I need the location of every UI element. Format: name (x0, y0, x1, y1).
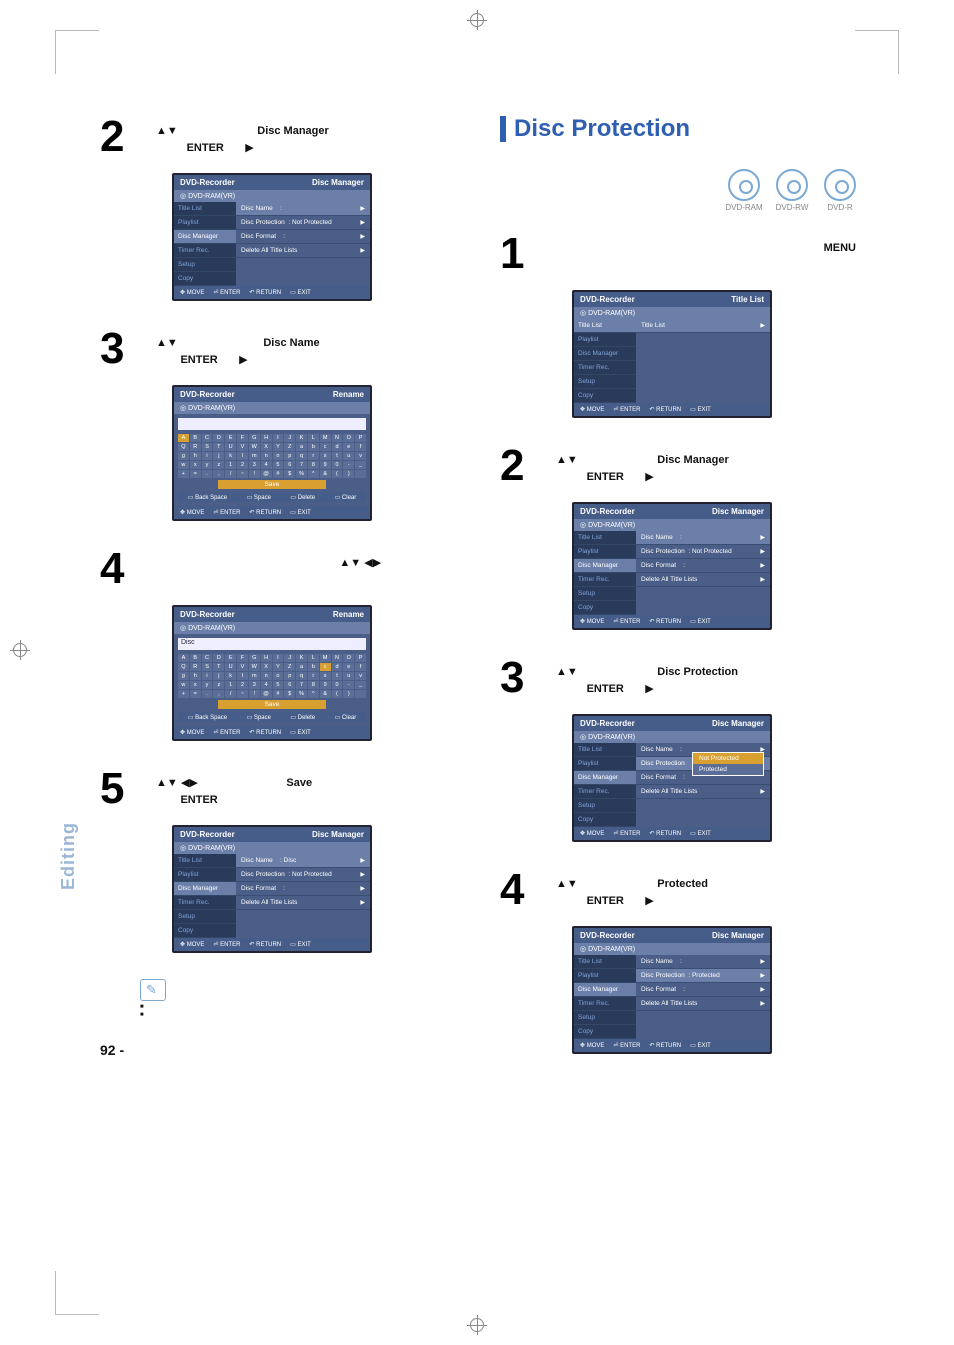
osd-disc-manager-r1: DVD-RecorderDisc Manager ◎ DVD-RAM(VR) T… (572, 502, 772, 630)
step-text: Save ENTER (156, 767, 460, 811)
section-header: Disc Protection (500, 115, 860, 143)
right-step-1: 1 MENU (500, 232, 860, 276)
step-text: Disc Protection ENTER (556, 656, 860, 700)
step-number: 4 (100, 547, 156, 591)
left-step-4: 4 (100, 547, 460, 591)
crop-mark-top (467, 10, 487, 30)
crop-corner-tr (855, 30, 899, 74)
page-number: 92 - (100, 1042, 460, 1058)
step-text: MENU (556, 232, 860, 276)
osd-rename-1: DVD-RecorderRename ◎ DVD-RAM(VR) ABCDEFG… (172, 385, 372, 521)
section-bar-icon (500, 116, 506, 142)
disc-ram-icon: DVD-RAM (724, 169, 764, 212)
crop-mark-bottom (467, 1315, 487, 1335)
right-step-4: 4 Protected ENTER (500, 868, 860, 912)
disc-rw-icon: DVD-RW (772, 169, 812, 212)
step-number: 2 (500, 444, 556, 488)
right-step-3: 3 Disc Protection ENTER (500, 656, 860, 700)
step-number: 2 (100, 115, 156, 159)
osd-disc-manager-1: DVD-RecorderDisc Manager ◎ DVD-RAM(VR) T… (172, 173, 372, 301)
step-text: Disc Name ENTER (156, 327, 460, 371)
osd-title-list: DVD-RecorderTitle List ◎ DVD-RAM(VR) Tit… (572, 290, 772, 418)
osd-disc-manager-2: DVD-RecorderDisc Manager ◎ DVD-RAM(VR) T… (172, 825, 372, 953)
step-number: 3 (500, 656, 556, 700)
section-title: Disc Protection (514, 115, 690, 143)
crop-mark-side (10, 640, 30, 660)
protection-popup: Not Protected Protected (692, 752, 764, 776)
osd-rename-2: DVD-RecorderRename ◎ DVD-RAM(VR) Disc AB… (172, 605, 372, 741)
step-text: Protected ENTER (556, 868, 860, 912)
step-text: Disc Manager ENTER (556, 444, 860, 488)
left-step-2: 2 Disc Manager ENTER (100, 115, 460, 159)
crop-corner-bl (55, 1271, 99, 1315)
left-column: 2 Disc Manager ENTER DVD-RecorderDisc Ma… (100, 115, 460, 1080)
note-icon (140, 979, 166, 1001)
step-text: Disc Manager ENTER (156, 115, 460, 159)
step-number: 5 (100, 767, 156, 811)
side-tab-label: Editing (58, 822, 79, 890)
disc-type-icons: DVD-RAM DVD-RW DVD-R (500, 169, 860, 212)
step-number: 4 (500, 868, 556, 912)
left-step-3: 3 Disc Name ENTER (100, 327, 460, 371)
note-block (140, 979, 460, 1012)
osd-disc-protection-popup: DVD-RecorderDisc Manager ◎ DVD-RAM(VR) T… (572, 714, 772, 842)
crop-corner-tl (55, 30, 99, 74)
osd-disc-protected: DVD-RecorderDisc Manager ◎ DVD-RAM(VR) T… (572, 926, 772, 1054)
step-text (156, 547, 460, 591)
disc-r-icon: DVD-R (820, 169, 860, 212)
right-step-2: 2 Disc Manager ENTER (500, 444, 860, 488)
right-column: Disc Protection DVD-RAM DVD-RW DVD-R 1 M… (500, 115, 860, 1080)
left-step-5: 5 Save ENTER (100, 767, 460, 811)
step-number: 1 (500, 232, 556, 276)
step-number: 3 (100, 327, 156, 371)
